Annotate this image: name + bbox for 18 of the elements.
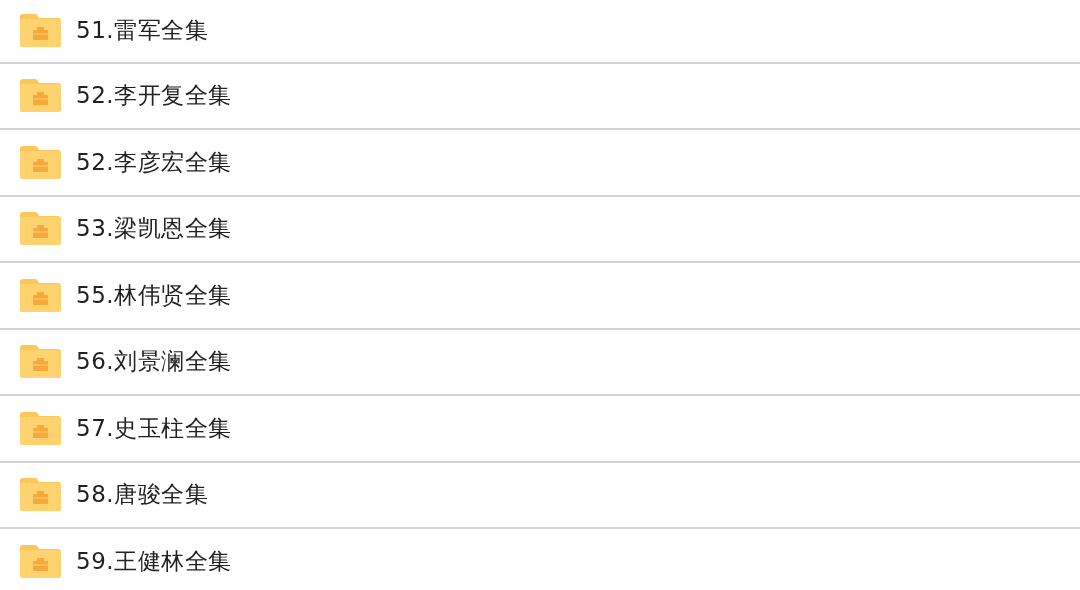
folder-name[interactable]: 58.唐骏全集 xyxy=(76,479,209,511)
folder-name[interactable]: 52.李开复全集 xyxy=(76,80,232,112)
folder-icon xyxy=(20,345,61,379)
folder-name[interactable]: 52.李彦宏全集 xyxy=(76,146,232,178)
folder-name[interactable]: 56.刘景澜全集 xyxy=(76,346,232,378)
folder-icon xyxy=(20,79,61,113)
folder-icon xyxy=(20,478,61,512)
folder-icon xyxy=(20,145,61,179)
folder-icon xyxy=(20,544,61,578)
folder-name[interactable]: 55.林伟贤全集 xyxy=(76,279,232,311)
folder-icon xyxy=(20,14,61,48)
folder-icon xyxy=(20,411,61,445)
folder-icon xyxy=(20,212,61,246)
folder-name[interactable]: 59.王健林全集 xyxy=(76,545,232,577)
folder-name[interactable]: 57.史玉柱全集 xyxy=(76,412,232,444)
folder-name[interactable]: 53.梁凯恩全集 xyxy=(76,213,232,245)
folder-icon xyxy=(20,278,61,312)
folder-name[interactable]: 51.雷军全集 xyxy=(76,15,209,47)
